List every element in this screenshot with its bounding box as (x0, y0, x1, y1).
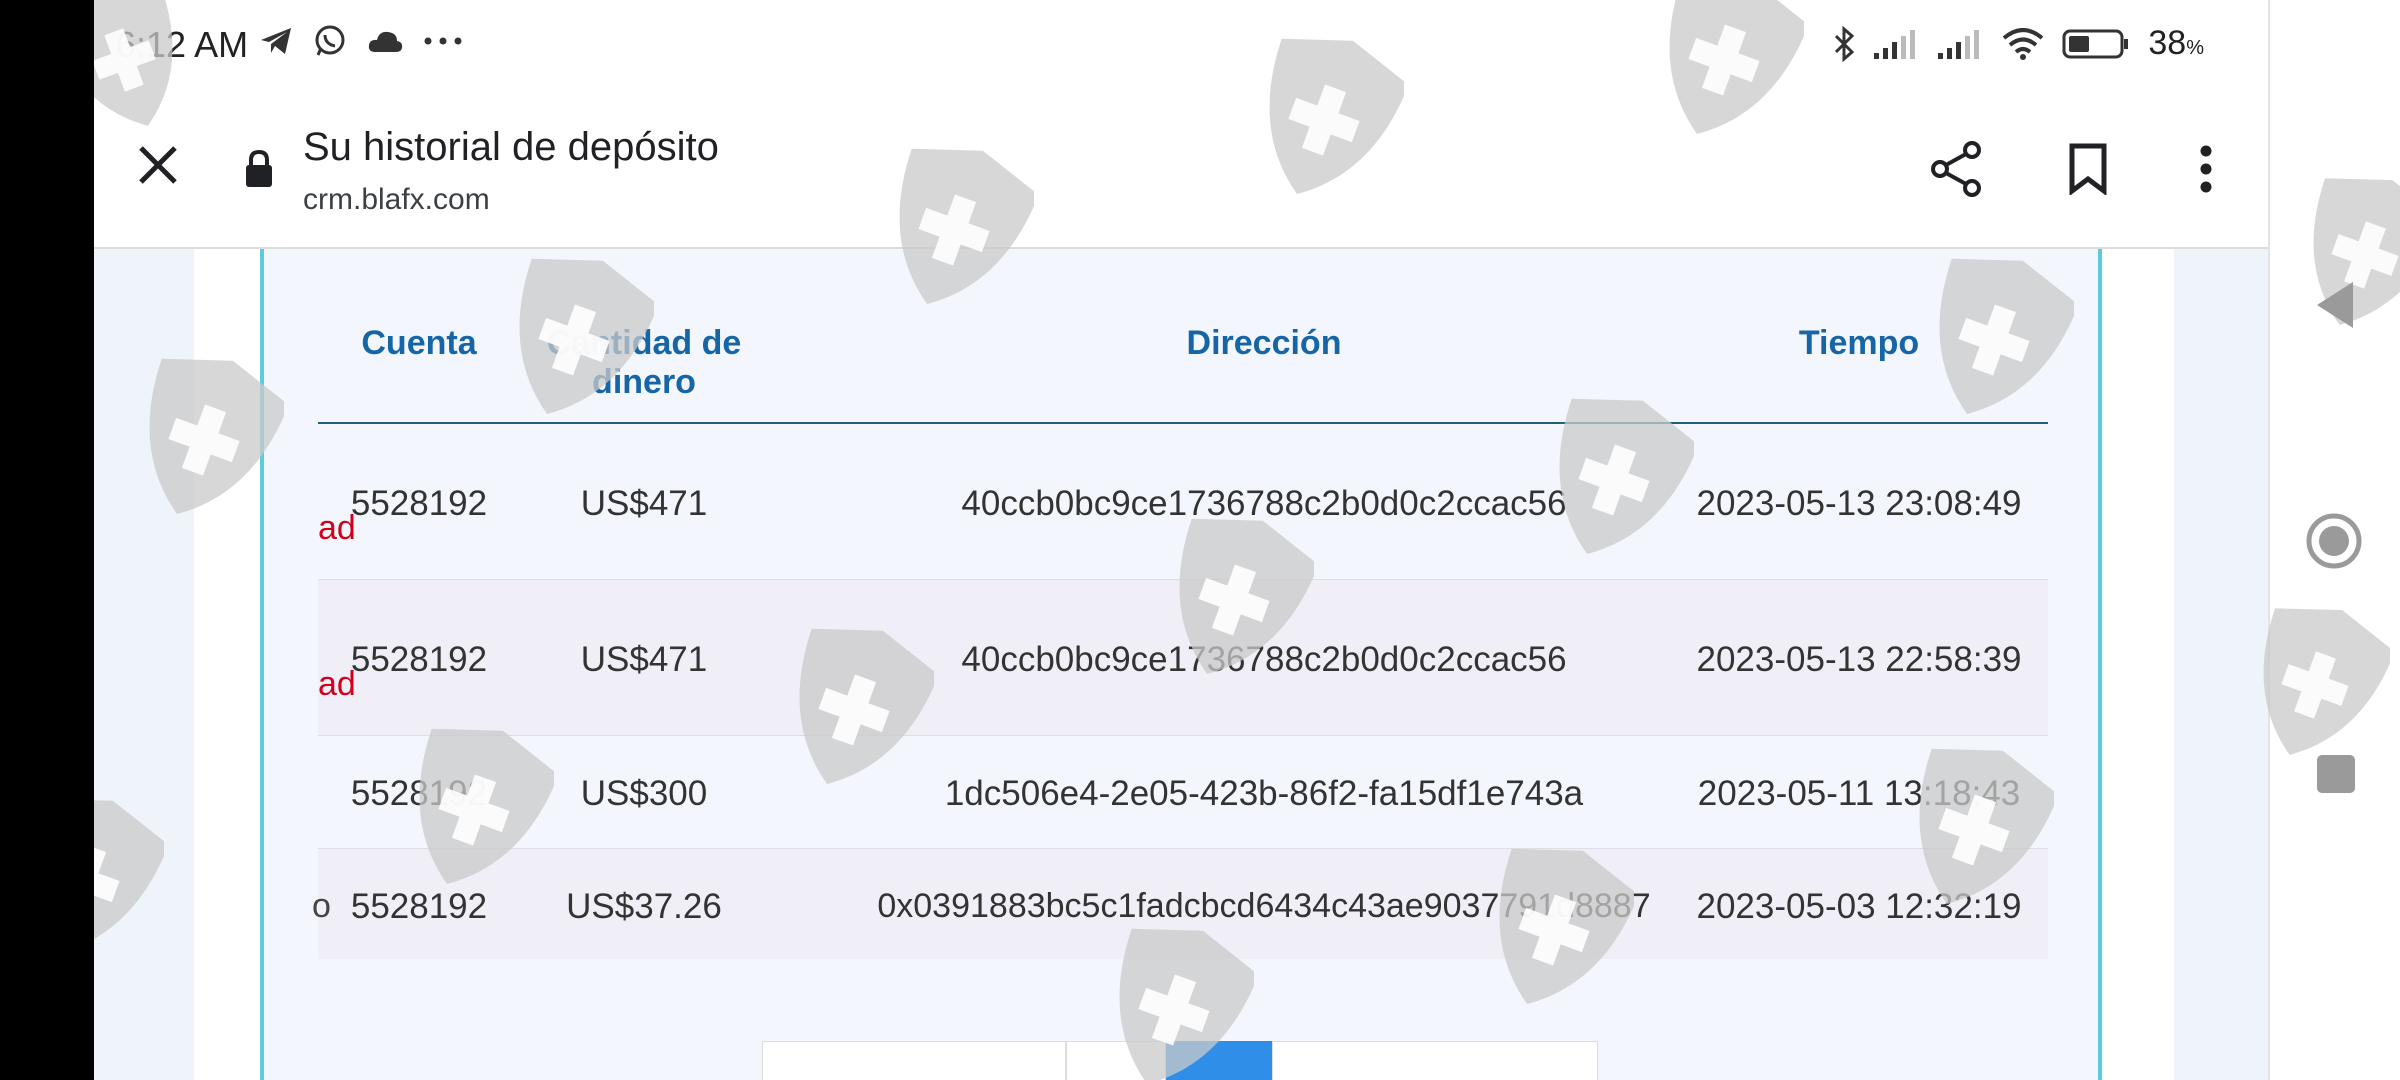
phone-screen: 6:12 AM 38% Su historial de depósito crm… (94, 0, 2268, 1080)
battery-percent: 38% (2148, 24, 2204, 62)
header-amount: Cantidad de dinero (546, 324, 742, 401)
battery-icon (2062, 29, 2129, 58)
status-time: 6:12 AM (116, 24, 249, 65)
bluetooth-icon (1835, 25, 1855, 62)
browser-toolbar: Su historial de depósito crm.blafx.com (94, 95, 2268, 249)
header-account: Cuenta (361, 324, 477, 362)
row-account: 5528192 (350, 484, 488, 523)
row-status: o (312, 887, 331, 925)
bookmark-icon (2069, 143, 2107, 195)
row-account: 5528192 (350, 774, 488, 813)
share-button[interactable] (1926, 139, 1986, 199)
home-nav-icon[interactable] (2305, 512, 2363, 570)
back-nav-icon[interactable] (2315, 280, 2355, 330)
row-amount: US$300 (580, 774, 708, 813)
cloud-icon (368, 31, 403, 52)
row-amount: US$471 (580, 640, 708, 679)
close-button[interactable] (128, 135, 188, 195)
row-account: 5528192 (350, 640, 488, 679)
telegram-icon (261, 28, 291, 54)
more-notifications-icon (424, 37, 462, 45)
page-title: Su historial de depósito (303, 125, 719, 169)
status-bar: 6:12 AM 38% (94, 0, 2268, 95)
share-icon (1931, 141, 1981, 197)
row-amount: US$37.26 (566, 887, 722, 926)
bookmark-button[interactable] (2058, 139, 2118, 199)
pagination-page[interactable] (1066, 1041, 1166, 1080)
more-vert-icon (2200, 145, 2212, 193)
page-url[interactable]: crm.blafx.com (303, 183, 490, 217)
screen-left-edge (0, 0, 94, 1080)
row-account: 5528192 (350, 887, 488, 926)
pagination-next[interactable] (1272, 1041, 1598, 1080)
signal-icon (1938, 29, 1980, 59)
row-time: 2023-05-03 12:32:19 (1696, 887, 2022, 926)
row-time: 2023-05-11 13:18:43 (1697, 774, 2021, 813)
row-address: 40ccb0bc9ce1736788c2b0d0c2ccac56 (961, 484, 1567, 523)
row-address: 40ccb0bc9ce1736788c2b0d0c2ccac56 (961, 640, 1567, 679)
pagination-current-page[interactable] (1166, 1041, 1272, 1080)
row-time: 2023-05-13 22:58:39 (1696, 640, 2022, 679)
header-time: Tiempo (1798, 324, 1920, 362)
close-icon (139, 146, 177, 184)
row-address: 0x0391883bc5c1fadcbcd6434c43ae9037791d88… (877, 887, 1651, 925)
header-address: Dirección (1186, 324, 1342, 362)
wifi-icon (2003, 27, 2044, 60)
lock-icon (246, 149, 272, 187)
more-options-button[interactable] (2176, 139, 2236, 199)
row-address: 1dc506e4-2e05-423b-86f2-fa15df1e743a (944, 774, 1584, 813)
row-time: 2023-05-13 23:08:49 (1696, 484, 2022, 523)
pagination-previous[interactable] (762, 1041, 1066, 1080)
page-content: Cuenta Cantidad de dinero Dirección Tiem… (94, 249, 2268, 1080)
whatsapp-icon (315, 25, 345, 56)
recent-apps-nav-icon[interactable] (2316, 754, 2356, 794)
signal-icon (1874, 29, 1916, 59)
row-amount: US$471 (580, 484, 708, 523)
